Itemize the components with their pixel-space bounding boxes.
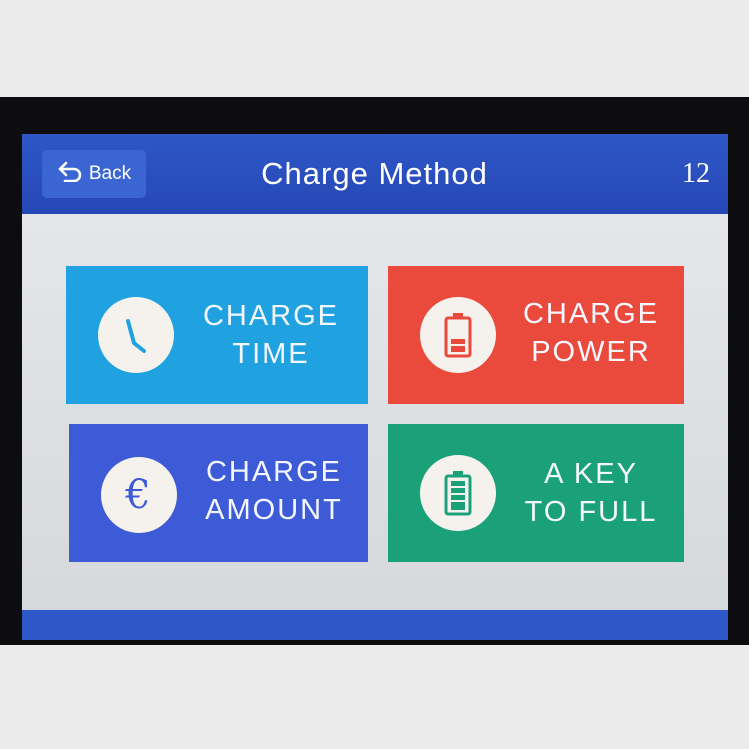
charge-time-button[interactable]: CHARGE TIME: [66, 266, 368, 404]
charge-amount-label: CHARGE AMOUNT: [205, 456, 343, 526]
footer-bar: [22, 610, 728, 640]
page-title: Charge Method: [261, 156, 488, 191]
a-key-to-full-button[interactable]: A KEY TO FULL: [388, 424, 684, 562]
screen-counter: 12: [682, 158, 710, 189]
charge-amount-button[interactable]: € CHARGE AMOUNT: [69, 424, 368, 562]
battery-low-icon: [420, 297, 496, 373]
header-bar: Back Charge Method 12: [22, 134, 728, 214]
menu-area: CHARGE TIME CHARGE POWER € CHARGE AMOUNT: [22, 214, 728, 610]
touch-screen: Back Charge Method 12 CHARGE TIME CHARGE…: [22, 134, 728, 640]
charge-time-label: CHARGE TIME: [202, 300, 340, 370]
back-button[interactable]: Back: [42, 150, 146, 198]
charge-power-button[interactable]: CHARGE POWER: [388, 266, 684, 404]
charge-power-label: CHARGE POWER: [522, 298, 660, 368]
back-button-label: Back: [88, 163, 132, 184]
clock-icon: [98, 297, 174, 373]
battery-full-icon: [420, 455, 496, 531]
euro-icon: €: [101, 457, 177, 533]
a-key-to-full-label: A KEY TO FULL: [524, 458, 658, 528]
back-arrow-icon: [57, 160, 83, 188]
